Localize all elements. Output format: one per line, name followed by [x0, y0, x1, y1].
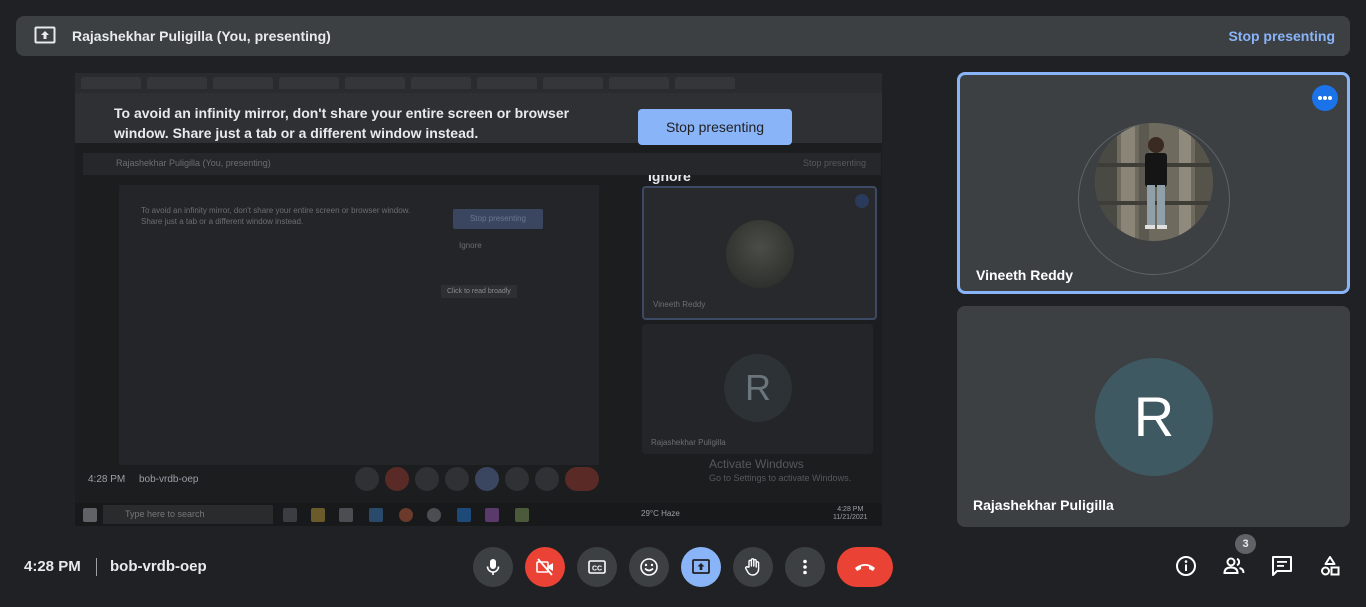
hand-icon: [745, 558, 760, 576]
captions-icon: CC: [588, 560, 606, 574]
nested-meeting-code: bob-vrdb-oep: [139, 474, 199, 485]
nested-avatar-initial: R: [724, 354, 792, 422]
windows-start-icon: [83, 508, 97, 522]
activities-button[interactable]: [1316, 552, 1344, 580]
participant-name: Rajashekhar Puligilla: [973, 497, 1114, 513]
raise-hand-button[interactable]: [733, 547, 773, 587]
infinity-mirror-warning: To avoid an infinity mirror, don't share…: [114, 105, 570, 141]
warning-stop-presenting-button[interactable]: Stop presenting: [638, 109, 792, 145]
participant-photo: [1095, 123, 1213, 241]
people-count-badge: 3: [1235, 534, 1256, 554]
more-options-button[interactable]: [785, 547, 825, 587]
meeting-code: bob-vrdb-oep: [110, 558, 207, 575]
nested-presenting-banner: Rajashekhar Puligilla (You, presenting) …: [83, 153, 881, 175]
more-options-icon[interactable]: [1312, 85, 1338, 111]
chrome-icon: [427, 508, 441, 522]
call-end-icon: [855, 564, 875, 571]
taskbar-app-icon: [485, 508, 499, 522]
activate-windows-watermark: Activate Windows Go to Settings to activ…: [709, 457, 851, 485]
mic-icon: [486, 559, 500, 575]
activate-title: Activate Windows: [709, 457, 804, 471]
taskbar-app-icon: [515, 508, 529, 522]
taskbar-app-icon: [369, 508, 383, 522]
taskbar-weather: 29°C Haze: [641, 509, 680, 518]
participant-initial-avatar: R: [1095, 358, 1213, 476]
participant-tile-vineeth[interactable]: Vineeth Reddy: [957, 72, 1350, 294]
nested-ignore: Ignore: [459, 241, 482, 250]
meeting-time: 4:28 PM: [24, 558, 81, 575]
reactions-button[interactable]: [629, 547, 669, 587]
participant-tile-rajashekhar[interactable]: R Rajashekhar Puligilla: [957, 306, 1350, 527]
nested-tile-name: Rajashekhar Puligilla: [651, 438, 726, 447]
camera-button[interactable]: [525, 547, 565, 587]
browser-tab-strip: [75, 73, 882, 93]
activities-icon: [1321, 556, 1340, 576]
taskbar-search: Type here to search: [103, 505, 273, 524]
taskbar-clock: 4:28 PM 11/21/2021: [833, 506, 868, 522]
nested-tooltip: Click to read broadly: [441, 285, 517, 298]
divider: [96, 558, 97, 576]
stop-presenting-link[interactable]: Stop presenting: [1228, 28, 1335, 44]
presenting-banner: Rajashekhar Puligilla (You, presenting) …: [16, 16, 1350, 56]
present-icon: [692, 559, 710, 574]
chrome-icon: [399, 508, 413, 522]
nested-more-icon: [855, 194, 869, 208]
chat-icon: [1272, 556, 1292, 576]
nested-time: 4:28 PM: [88, 474, 126, 485]
nested-shared-screen: To avoid an infinity mirror, don't share…: [119, 185, 599, 465]
taskbar-clock-time: 4:28 PM: [837, 506, 864, 513]
presenter-title: Rajashekhar Puligilla (You, presenting): [72, 28, 331, 44]
nested-tile-rajashekhar: R Rajashekhar Puligilla: [642, 324, 873, 454]
nested-stop-button: Stop presenting: [453, 209, 543, 229]
chat-button[interactable]: [1268, 552, 1296, 580]
camera-off-icon: [536, 558, 553, 576]
present-screen-icon: [34, 26, 56, 44]
nested-warning: To avoid an infinity mirror, don't share…: [141, 206, 411, 226]
nested-avatar-photo: [726, 220, 794, 288]
participant-name: Vineeth Reddy: [976, 267, 1073, 283]
windows-taskbar: Type here to search 29°C Haze 4:28 PM 11…: [75, 503, 882, 526]
captions-button[interactable]: CC: [577, 547, 617, 587]
shared-screen-preview: To avoid an infinity mirror, don't share…: [75, 73, 882, 526]
taskbar-app-icon: [311, 508, 325, 522]
svg-text:CC: CC: [592, 566, 602, 573]
mic-button[interactable]: [473, 547, 513, 587]
nested-tile-vineeth: Vineeth Reddy: [642, 186, 877, 320]
people-icon: [1223, 557, 1245, 574]
taskbar-clock-date: 11/21/2021: [833, 514, 868, 521]
taskbar-app-icon: [457, 508, 471, 522]
nested-stop-link: Stop presenting: [802, 158, 866, 168]
emoji-icon: [640, 558, 658, 576]
present-button[interactable]: [681, 547, 721, 587]
nested-presenter-title: Rajashekhar Puligilla (You, presenting): [116, 158, 271, 168]
more-vert-icon: [803, 559, 807, 575]
meeting-details-button[interactable]: [1172, 552, 1200, 580]
info-icon: [1176, 556, 1196, 576]
activate-sub: Go to Settings to activate Windows.: [709, 473, 852, 483]
people-button[interactable]: [1220, 552, 1248, 580]
nested-tile-name: Vineeth Reddy: [653, 300, 706, 309]
taskbar-app-icon: [339, 508, 353, 522]
taskbar-app-icon: [283, 508, 297, 522]
leave-call-button[interactable]: [837, 547, 893, 587]
